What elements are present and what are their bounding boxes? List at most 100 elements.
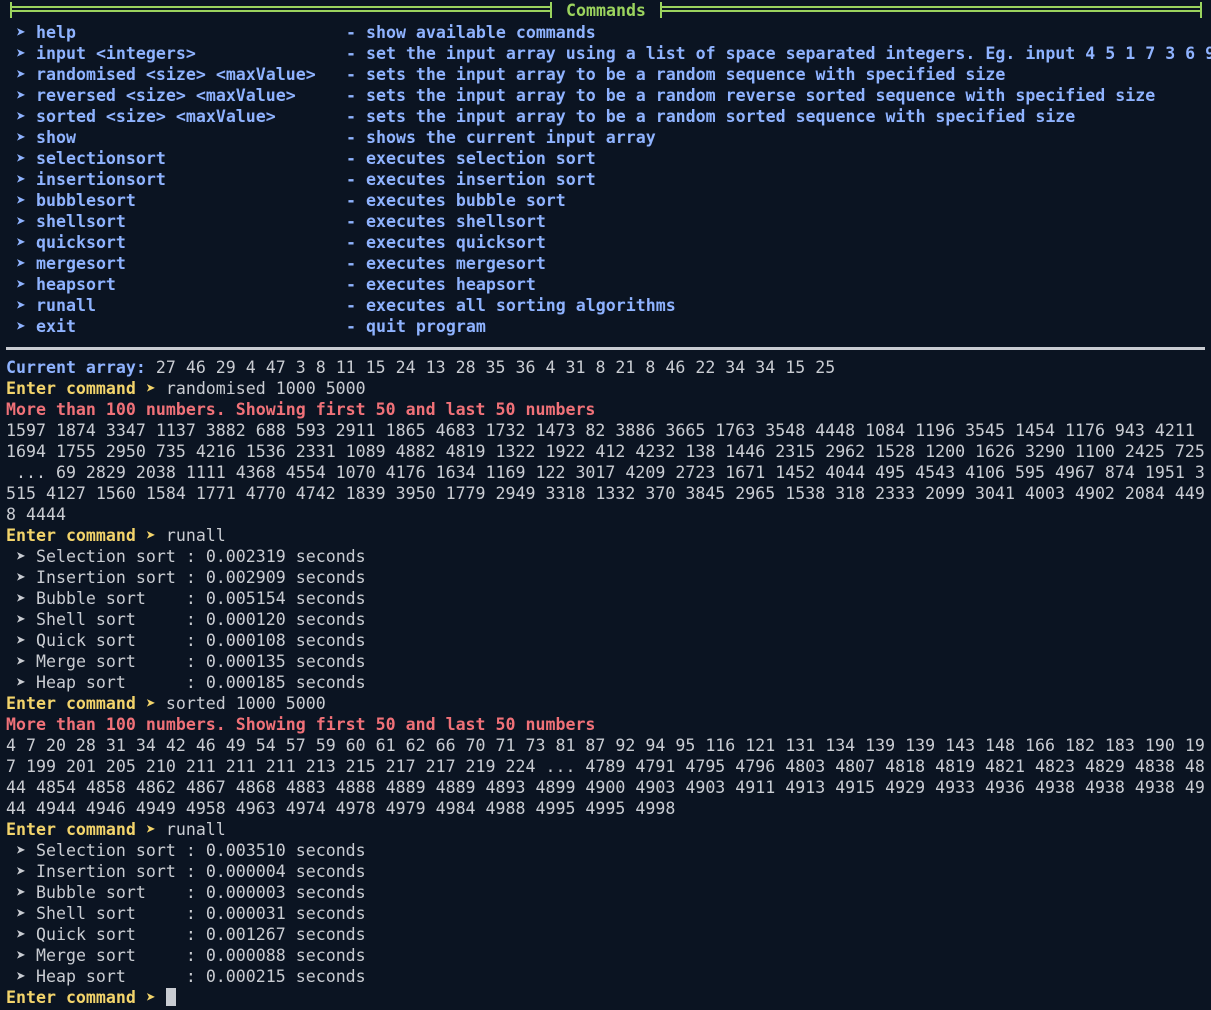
chevron-icon: ➤	[16, 254, 26, 273]
timing-row: ➤ Bubble sort : 0.005154 seconds	[16, 589, 366, 608]
command-desc: - executes bubble sort	[346, 191, 566, 210]
chevron-icon: ➤	[16, 296, 26, 315]
command-desc: - sets the input array to be a random re…	[346, 86, 1156, 105]
array-output-line: 7 199 201 205 210 211 211 211 213 215 21…	[6, 757, 1205, 776]
prompt-label: Enter command ➤	[6, 988, 156, 1007]
current-array-label: Current array:	[6, 358, 146, 377]
command-line: Enter command ➤ runall	[0, 819, 1211, 840]
timing-row: ➤ Quick sort : 0.000108 seconds	[16, 631, 366, 650]
command-name: heapsort	[36, 275, 116, 294]
entered-command: sorted 1000 5000	[155, 694, 326, 713]
command-item: ➤ help - show available commands	[0, 22, 1211, 43]
array-output-line: 4 7 20 28 31 34 42 46 49 54 57 59 60 61 …	[6, 736, 1205, 755]
commands-header: Commands	[0, 0, 1211, 22]
command-item: ➤ quicksort - executes quicksort	[0, 232, 1211, 253]
session-output: Current array: 27 46 29 4 47 3 8 11 15 2…	[0, 357, 1211, 1008]
current-array-line: Current array: 27 46 29 4 47 3 8 11 15 2…	[0, 357, 1211, 378]
array-output-line: 1694 1755 2950 735 4216 1536 2331 1089 4…	[6, 442, 1205, 461]
header-rule-right	[660, 6, 1202, 12]
divider	[6, 347, 1205, 350]
command-line: Enter command ➤ randomised 1000 5000	[0, 378, 1211, 399]
command-desc: - show available commands	[346, 23, 596, 42]
command-desc: - executes quicksort	[346, 233, 546, 252]
command-item: ➤ sorted <size> <maxValue> - sets the inp…	[0, 106, 1211, 127]
chevron-icon: ➤	[16, 65, 26, 84]
array-output-line: 1597 1874 3347 1137 3882 688 593 2911 18…	[6, 421, 1195, 440]
command-desc: - sets the input array to be a random so…	[346, 107, 1076, 126]
command-desc: - executes selection sort	[346, 149, 596, 168]
warning-text: More than 100 numbers. Showing first 50 …	[6, 400, 596, 419]
command-desc: - executes shellsort	[346, 212, 546, 231]
current-array-values: 27 46 29 4 47 3 8 11 15 24 13 28 35 36 4…	[145, 358, 836, 377]
array-output-line: 515 4127 1560 1584 1771 4770 4742 1839 3…	[6, 484, 1205, 503]
chevron-icon: ➤	[16, 191, 26, 210]
timing-row: ➤ Selection sort : 0.002319 seconds	[16, 547, 366, 566]
command-desc: - executes mergesort	[346, 254, 546, 273]
array-output-line: 8 4444	[6, 505, 66, 524]
active-prompt-line[interactable]: Enter command ➤	[0, 987, 1211, 1008]
text-cursor[interactable]	[165, 988, 176, 1006]
command-item: ➤ selectionsort - executes selection sort	[0, 148, 1211, 169]
command-line: Enter command ➤ sorted 1000 5000	[0, 693, 1211, 714]
command-name: sorted <size> <maxValue>	[36, 107, 276, 126]
array-output-line: 44 4854 4858 4862 4867 4868 4883 4888 48…	[6, 778, 1205, 797]
chevron-icon: ➤	[16, 128, 26, 147]
command-name: runall	[36, 296, 96, 315]
command-item: ➤ input <integers> - set the input array …	[0, 43, 1211, 64]
chevron-icon: ➤	[16, 107, 26, 126]
command-name: insertionsort	[36, 170, 166, 189]
command-item: ➤ runall - executes all sorting algorithm…	[0, 295, 1211, 316]
command-item: ➤ reversed <size> <maxValue> - sets the i…	[0, 85, 1211, 106]
command-name: bubblesort	[36, 191, 136, 210]
command-desc: - executes heapsort	[346, 275, 536, 294]
terminal-window[interactable]: Commands ➤ help - show available commands…	[0, 0, 1211, 1010]
command-desc: - executes all sorting algorithms	[346, 296, 676, 315]
command-name: randomised <size> <maxValue>	[36, 65, 316, 84]
command-desc: - set the input array using a list of sp…	[346, 44, 1211, 63]
timing-results: ➤ Selection sort : 0.002319 seconds ➤ In…	[0, 546, 1211, 693]
command-item: ➤ insertionsort - executes insertion sort	[0, 169, 1211, 190]
command-name: quicksort	[36, 233, 126, 252]
command-item: ➤ shellsort - executes shellsort	[0, 211, 1211, 232]
timing-results: ➤ Selection sort : 0.003510 seconds ➤ In…	[0, 840, 1211, 987]
chevron-icon: ➤	[16, 23, 26, 42]
header-left-end-tick	[550, 2, 552, 18]
command-name: shellsort	[36, 212, 126, 231]
timing-row: ➤ Quick sort : 0.001267 seconds	[16, 925, 366, 944]
header-rule-left	[10, 6, 552, 12]
command-name: input <integers>	[36, 44, 196, 63]
timing-row: ➤ Shell sort : 0.000120 seconds	[16, 610, 366, 629]
command-line: Enter command ➤ runall	[0, 525, 1211, 546]
timing-row: ➤ Heap sort : 0.000185 seconds	[16, 673, 366, 692]
command-item: ➤ show - shows the current input array	[0, 127, 1211, 148]
timing-row: ➤ Merge sort : 0.000088 seconds	[16, 946, 366, 965]
timing-row: ➤ Heap sort : 0.000215 seconds	[16, 967, 366, 986]
timing-row: ➤ Merge sort : 0.000135 seconds	[16, 652, 366, 671]
command-item: ➤ heapsort - executes heapsort	[0, 274, 1211, 295]
entered-command: runall	[155, 820, 226, 839]
chevron-icon: ➤	[16, 86, 26, 105]
chevron-icon: ➤	[16, 233, 26, 252]
chevron-icon: ➤	[16, 212, 26, 231]
prompt-label: Enter command ➤	[6, 526, 156, 545]
command-name: selectionsort	[36, 149, 166, 168]
chevron-icon: ➤	[16, 149, 26, 168]
timing-row: ➤ Selection sort : 0.003510 seconds	[16, 841, 366, 860]
timing-row: ➤ Insertion sort : 0.000004 seconds	[16, 862, 366, 881]
command-item: ➤ exit - quit program	[0, 316, 1211, 337]
header-right-tick	[1200, 2, 1202, 18]
command-item: ➤ bubblesort - executes bubble sort	[0, 190, 1211, 211]
command-name: reversed <size> <maxValue>	[36, 86, 296, 105]
command-name: show	[36, 128, 76, 147]
prompt-label: Enter command ➤	[6, 694, 156, 713]
command-item: ➤ randomised <size> <maxValue> - sets the…	[0, 64, 1211, 85]
chevron-icon: ➤	[16, 275, 26, 294]
chevron-icon: ➤	[16, 44, 26, 63]
command-name: exit	[36, 317, 76, 336]
prompt-label: Enter command ➤	[6, 379, 156, 398]
array-output-line: 44 4944 4946 4949 4958 4963 4974 4978 49…	[6, 799, 676, 818]
command-item: ➤ mergesort - executes mergesort	[0, 253, 1211, 274]
timing-row: ➤ Shell sort : 0.000031 seconds	[16, 904, 366, 923]
entered-command: randomised 1000 5000	[155, 379, 366, 398]
warning-text: More than 100 numbers. Showing first 50 …	[6, 715, 596, 734]
